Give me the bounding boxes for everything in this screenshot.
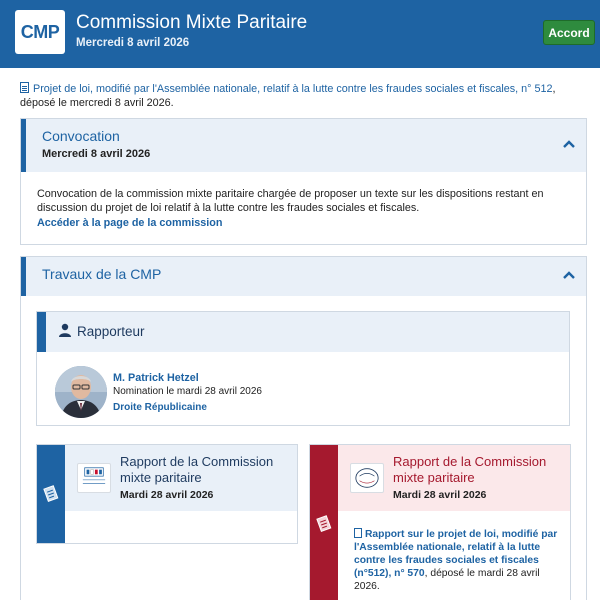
convocation-card-header[interactable]: Convocation Mercredi 8 avril 2026 [21,119,586,172]
header-bar: CMP Commission Mixte Paritaire Mercredi … [0,0,600,68]
intro-text: Projet de loi, modifié par l'Assemblée n… [20,82,585,110]
convocation-description: Convocation de la commission mixte parit… [37,188,544,214]
senat-logo-mark [355,468,379,488]
senat-logo [350,463,384,493]
document-icon [354,528,362,538]
document-icon [316,515,332,532]
report-description: Rapport sur le projet de loi, modifié pa… [354,528,564,593]
accord-status-button[interactable]: Accord [543,20,595,45]
report-header[interactable]: Rapport de la Commission mixte paritaire… [65,445,297,511]
report-date: Mardi 28 avril 2026 [120,489,214,501]
assemblee-nationale-logo [77,463,111,493]
rapporteur-nomination: Nomination le mardi 28 avril 2026 [113,386,262,397]
projet-de-loi-link[interactable]: Projet de loi, modifié par l'Assemblée n… [33,83,553,95]
report-date: Mardi 28 avril 2026 [393,489,487,501]
rapporteur-heading: Rapporteur [77,324,145,339]
page-title: Commission Mixte Paritaire [76,12,308,33]
person-icon [59,323,71,337]
assemblee-logo-mark [82,467,106,484]
cmp-logo: CMP [15,10,65,54]
rapporteur-header: Rapporteur [37,312,569,352]
commission-page-link[interactable]: Accéder à la page de la commission [37,217,222,229]
travaux-title: Travaux de la CMP [42,266,162,282]
report-header[interactable]: Rapport de la Commission mixte paritaire… [338,445,570,511]
travaux-card-header[interactable]: Travaux de la CMP [21,257,586,296]
page-date: Mercredi 8 avril 2026 [76,37,190,49]
rapporteur-avatar[interactable] [55,366,107,418]
rapporteur-photo [55,366,107,418]
report-title[interactable]: Rapport de la Commission mixte paritaire [120,454,290,486]
report-title[interactable]: Rapport de la Commission mixte paritaire [393,454,563,486]
cmp-logo-text: CMP [20,21,60,42]
convocation-card: Convocation Mercredi 8 avril 2026 Convoc… [20,118,587,245]
report-card-senat: Rapport de la Commission mixte paritaire… [309,444,571,600]
chevron-up-icon[interactable] [563,140,575,148]
rapporteur-name-link[interactable]: M. Patrick Hetzel [113,372,199,384]
report-band [37,445,65,543]
document-icon [20,82,29,93]
convocation-title: Convocation [42,128,120,144]
document-icon [43,485,59,502]
convocation-date: Mercredi 8 avril 2026 [42,148,151,160]
report-band [310,445,338,600]
rapporteur-group-link[interactable]: Droite Républicaine [113,402,207,413]
chevron-up-icon[interactable] [563,271,575,279]
rapporteur-card: Rapporteur M. Patrick Hetzel Nomination … [36,311,570,426]
report-card-assemblee: Rapport de la Commission mixte paritaire… [36,444,298,544]
